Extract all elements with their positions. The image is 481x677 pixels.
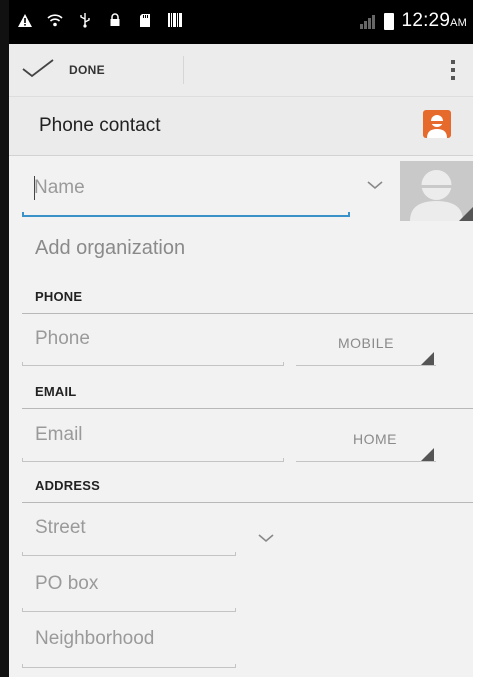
account-label: Phone contact <box>39 115 161 136</box>
phone-type-spinner[interactable]: MOBILE <box>296 322 436 366</box>
email-type-label: HOME <box>353 431 397 447</box>
warning-icon <box>17 12 33 28</box>
add-organization-link[interactable]: Add organization <box>35 237 185 260</box>
neighborhood-placeholder: Neighborhood <box>35 628 155 649</box>
screen-frame-right <box>473 0 481 677</box>
screen-frame-left <box>0 0 9 677</box>
email-section-label: EMAIL <box>35 384 77 399</box>
overflow-menu-icon[interactable] <box>445 56 461 84</box>
neighborhood-input[interactable]: Neighborhood <box>22 624 236 668</box>
name-placeholder: Name <box>34 177 85 198</box>
barcode-icon <box>167 12 183 28</box>
status-bar: 12:29AM <box>9 0 473 44</box>
dropdown-corner-icon <box>421 448 434 461</box>
po-box-input[interactable]: PO box <box>22 568 236 612</box>
email-section-header: EMAIL <box>22 384 473 409</box>
phone-placeholder: Phone <box>35 328 90 349</box>
address-section-header: ADDRESS <box>22 478 473 503</box>
street-input[interactable]: Street <box>22 512 236 556</box>
phone-section-label: PHONE <box>35 289 83 304</box>
usb-icon <box>77 12 93 28</box>
lock-icon <box>107 12 123 28</box>
done-button[interactable]: DONE <box>21 44 105 96</box>
default-avatar-icon <box>400 161 473 221</box>
street-placeholder: Street <box>35 517 86 538</box>
expand-name-chevron-icon[interactable] <box>366 177 384 195</box>
action-bar: DONE <box>9 44 473 97</box>
signal-icon <box>359 13 376 29</box>
address-section-label: ADDRESS <box>35 478 100 493</box>
wifi-icon <box>47 12 63 28</box>
battery-icon <box>383 12 394 30</box>
done-label: DONE <box>69 63 105 77</box>
clock: 12:29AM <box>401 10 467 31</box>
contact-photo-placeholder[interactable] <box>400 161 473 221</box>
name-underline <box>22 212 350 217</box>
email-input[interactable]: Email <box>22 418 284 462</box>
contact-person-icon <box>423 110 451 138</box>
sd-card-icon <box>137 12 153 28</box>
email-placeholder: Email <box>35 424 83 445</box>
dropdown-corner-icon <box>421 352 434 365</box>
notification-icons <box>17 12 183 28</box>
expand-address-chevron-icon[interactable] <box>257 530 275 548</box>
action-bar-divider <box>183 56 184 84</box>
email-type-spinner[interactable]: HOME <box>296 418 436 462</box>
phone-section-header: PHONE <box>22 289 473 314</box>
check-icon <box>21 58 55 83</box>
account-header[interactable]: Phone contact <box>9 97 473 156</box>
phone-input[interactable]: Phone <box>22 322 284 366</box>
po-box-placeholder: PO box <box>35 573 99 594</box>
name-input[interactable]: Name <box>22 167 350 217</box>
phone-type-label: MOBILE <box>338 335 394 351</box>
text-cursor <box>34 176 35 200</box>
